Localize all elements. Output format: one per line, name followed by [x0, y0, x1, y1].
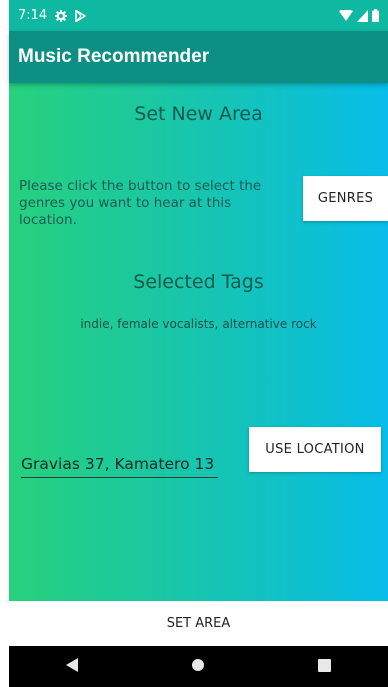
- nav-bar: [9, 646, 388, 687]
- main-content: Set New Area Please click the button to …: [9, 83, 388, 601]
- instruction-text: Please click the button to select the ge…: [19, 178, 262, 228]
- play-store-icon: [75, 9, 87, 22]
- selected-tags-text: indie, female vocalists, alternative roc…: [80, 317, 317, 331]
- status-left: 7:14: [18, 8, 87, 23]
- app-bar: Music Recommender: [9, 31, 388, 83]
- location-field[interactable]: [21, 451, 218, 478]
- status-right: [339, 9, 379, 22]
- back-button[interactable]: [42, 646, 102, 687]
- home-icon: [191, 657, 205, 676]
- settings-icon: [55, 9, 68, 22]
- genres-button[interactable]: GENRES: [303, 176, 388, 221]
- home-button[interactable]: [168, 646, 228, 687]
- wifi-icon: [339, 9, 353, 22]
- set-area-button[interactable]: SET AREA: [9, 601, 388, 646]
- recents-icon: [318, 657, 332, 676]
- use-location-button[interactable]: USE LOCATION: [249, 427, 381, 472]
- page-title: Set New Area: [134, 103, 263, 125]
- back-icon: [66, 657, 79, 676]
- status-bar: 7:14: [9, 0, 388, 31]
- selected-tags-title: Selected Tags: [133, 271, 264, 293]
- battery-icon: [372, 9, 379, 22]
- app-title: Music Recommender: [18, 46, 210, 67]
- recents-button[interactable]: [295, 646, 355, 687]
- signal-icon: [357, 9, 368, 22]
- status-time: 7:14: [18, 8, 48, 23]
